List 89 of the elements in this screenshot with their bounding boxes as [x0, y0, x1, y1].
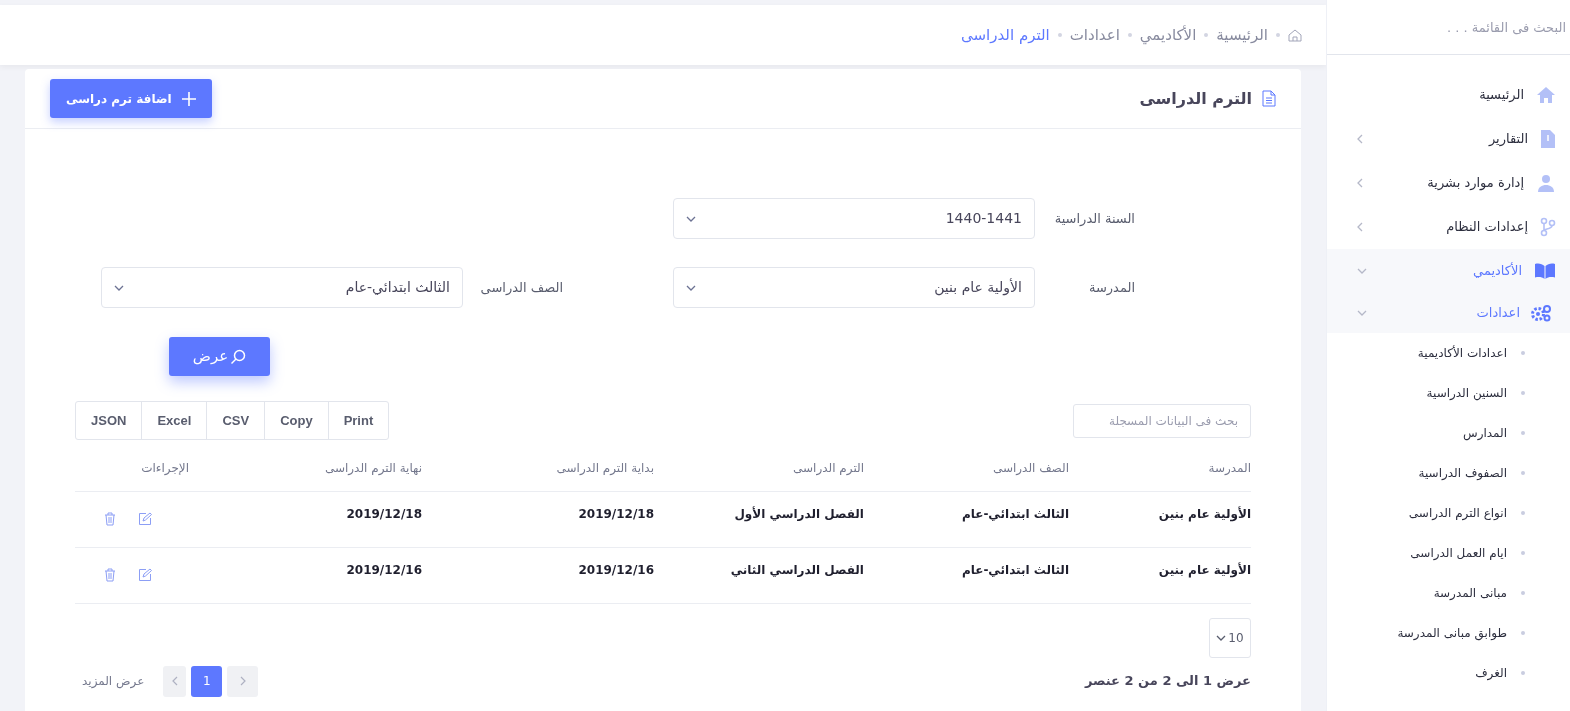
table-cell: الفصل الدراسي الثاني	[654, 547, 864, 603]
bullet-icon	[1521, 671, 1525, 675]
table-cell: 2019/12/16	[422, 547, 654, 603]
column-header: بداية الترم الدراسى	[422, 451, 654, 491]
bullet-icon	[1521, 591, 1525, 595]
table-cell: الثالث ابتدائي-عام	[864, 491, 1069, 547]
table-cell: الأولية عام بنين	[1069, 491, 1251, 547]
branch-icon	[1540, 217, 1556, 237]
chevron-down-icon	[114, 284, 124, 291]
table-cell: الثالث ابتدائي-عام	[864, 547, 1069, 603]
sidebar-item[interactable]: طوابق مبانى المدرسة	[1327, 613, 1570, 653]
column-header: المدرسة	[1069, 451, 1251, 491]
chevron-right-icon	[239, 676, 246, 686]
sidebar-item[interactable]: اعدادات الأكاديمية	[1327, 333, 1570, 373]
table-cell: 2019/12/18	[422, 491, 654, 547]
export-button[interactable]: CSV	[207, 402, 266, 439]
bullet-icon	[1521, 431, 1525, 435]
trash-icon[interactable]	[104, 567, 116, 582]
sidebar-item[interactable]: الغرف	[1327, 653, 1570, 693]
page-button[interactable]: 1	[191, 665, 223, 697]
search-field[interactable]: البحث فى القائمة . . .	[1327, 12, 1566, 42]
edit-icon[interactable]	[138, 511, 152, 526]
select-field[interactable]: الثالث ابتدائي-عام	[101, 267, 463, 308]
book-icon	[1534, 262, 1556, 280]
sidebar-item[interactable]: إعدادات النظام	[1327, 205, 1570, 249]
gears-icon	[1530, 304, 1552, 322]
separator-dot-icon	[1276, 33, 1280, 37]
bullet-icon	[1521, 471, 1525, 475]
table-cell: 2019/12/16	[212, 547, 422, 603]
chevron-down-icon	[686, 284, 696, 291]
bullet-icon	[1521, 631, 1525, 635]
sidebar-item[interactable]: الرئيسية	[1327, 73, 1570, 117]
edit-icon[interactable]	[138, 567, 152, 582]
breadcrumb-link[interactable]: الرئيسية	[1216, 23, 1268, 47]
document-icon	[1262, 90, 1276, 107]
bullet-icon	[1521, 351, 1525, 355]
field-label: الصف الدراسى	[479, 278, 563, 297]
table-cell: 2019/12/18	[212, 491, 422, 547]
search-icon	[230, 348, 247, 365]
sidebar-item[interactable]: مبانى المدرسة	[1327, 573, 1570, 613]
sidebar-item[interactable]: انواع الترم الدراسى	[1327, 493, 1570, 533]
table-search-field[interactable]: بحث فى البيانات المسجلة	[1073, 403, 1251, 438]
sidebar-item[interactable]: المدارس	[1327, 413, 1570, 453]
export-button[interactable]: JSON	[76, 402, 143, 439]
column-header: الإجراءات	[75, 451, 212, 491]
sidebar-item[interactable]: الصفوف الدراسية	[1327, 453, 1570, 493]
separator-dot-icon	[1057, 33, 1062, 37]
bullet-icon	[1521, 551, 1525, 555]
chevron-down-icon	[1216, 634, 1227, 641]
user-icon	[1536, 173, 1556, 193]
table-cell: الأولية عام بنين	[1069, 547, 1251, 603]
column-header: الترم الدراسى	[654, 451, 864, 491]
next-page-button[interactable]	[163, 665, 187, 697]
sidebar-item[interactable]: اعدادات	[1327, 293, 1570, 333]
export-button[interactable]: Copy	[265, 402, 329, 439]
field-label: المدرسة	[1087, 278, 1135, 298]
sidebar-item[interactable]: الأكاديمي	[1327, 249, 1570, 293]
previous-page-button[interactable]	[227, 665, 259, 697]
export-button[interactable]: Excel	[142, 402, 208, 439]
separator-dot-icon	[1127, 33, 1132, 37]
show-button[interactable]: عرض	[169, 337, 270, 376]
plus-icon	[181, 91, 196, 106]
select-field[interactable]: الأولية عام بنين	[673, 267, 1035, 308]
table-info: عرض 1 الى 2 من 2 عنصر	[1084, 672, 1251, 691]
bullet-icon	[1521, 511, 1525, 515]
home-icon	[1536, 86, 1556, 104]
export-button[interactable]: Print	[328, 402, 389, 439]
bullet-icon	[1521, 391, 1525, 395]
trash-icon[interactable]	[104, 511, 116, 526]
sidebar-item[interactable]: السنين الدراسية	[1327, 373, 1570, 413]
field-label: السنة الدراسية	[1053, 209, 1135, 228]
sidebar-item[interactable]: إدارة موارد بشرية	[1327, 161, 1570, 205]
breadcrumb-link[interactable]: الترم الدراسى	[961, 23, 1050, 47]
sidebar-item[interactable]: ايام العمل الدراسى	[1327, 533, 1570, 573]
add-button[interactable]: اضافة ترم دراسى	[50, 79, 212, 118]
document-icon	[1540, 129, 1556, 149]
column-header: الصف الدراسى	[864, 451, 1069, 491]
chevron-down-icon	[686, 215, 696, 222]
sidebar-item[interactable]: التقارير	[1327, 117, 1570, 161]
select-field[interactable]: 1440-1441	[673, 198, 1035, 239]
page-size-select[interactable]: 10	[1209, 617, 1251, 658]
home-icon	[1288, 28, 1302, 42]
column-header: نهاية الترم الدراسى	[212, 451, 422, 491]
table-cell: الفصل الدراسي الأول	[654, 491, 864, 547]
separator-dot-icon	[1204, 33, 1209, 37]
breadcrumb-link[interactable]: اعدادات	[1069, 23, 1120, 47]
card-title: الترم الدراسى	[1139, 87, 1252, 110]
show-more-link[interactable]: عرض المزيد	[82, 672, 145, 690]
chevron-left-icon	[171, 676, 178, 686]
